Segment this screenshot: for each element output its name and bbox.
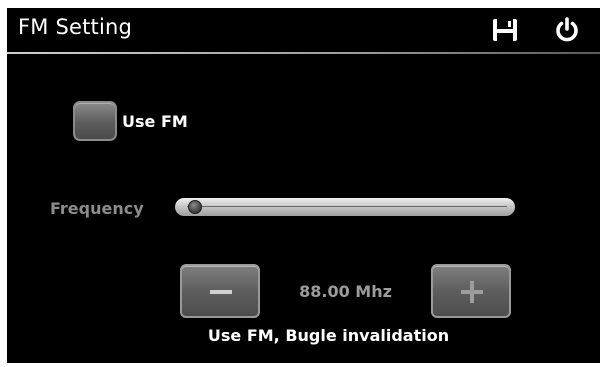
status-message: Use FM, Bugle invalidation: [207, 326, 450, 345]
minus-icon: [210, 290, 232, 294]
use-fm-checkbox[interactable]: Use FM: [73, 100, 188, 142]
plus-icon-vertical: [470, 281, 474, 303]
page-title: FM Setting: [18, 15, 133, 39]
frequency-value: 88.00 Mhz: [299, 282, 392, 301]
decrease-frequency-button[interactable]: [180, 264, 260, 318]
increase-frequency-button[interactable]: [431, 264, 511, 318]
save-button[interactable]: [492, 18, 518, 42]
power-button[interactable]: [554, 17, 580, 43]
fm-setting-screen: FM Setting Use FM Frequency 88.00 Mhz Us…: [7, 8, 600, 363]
power-icon: [556, 17, 578, 42]
slider-groove: [187, 206, 507, 207]
frequency-label: Frequency: [50, 199, 144, 218]
frequency-slider[interactable]: [175, 198, 515, 216]
use-fm-checkbox-box[interactable]: [73, 101, 117, 141]
save-icon: [493, 19, 517, 41]
slider-handle[interactable]: [188, 200, 202, 214]
use-fm-label: Use FM: [122, 111, 188, 131]
title-divider: [7, 52, 600, 54]
title-bar: FM Setting: [7, 8, 600, 51]
